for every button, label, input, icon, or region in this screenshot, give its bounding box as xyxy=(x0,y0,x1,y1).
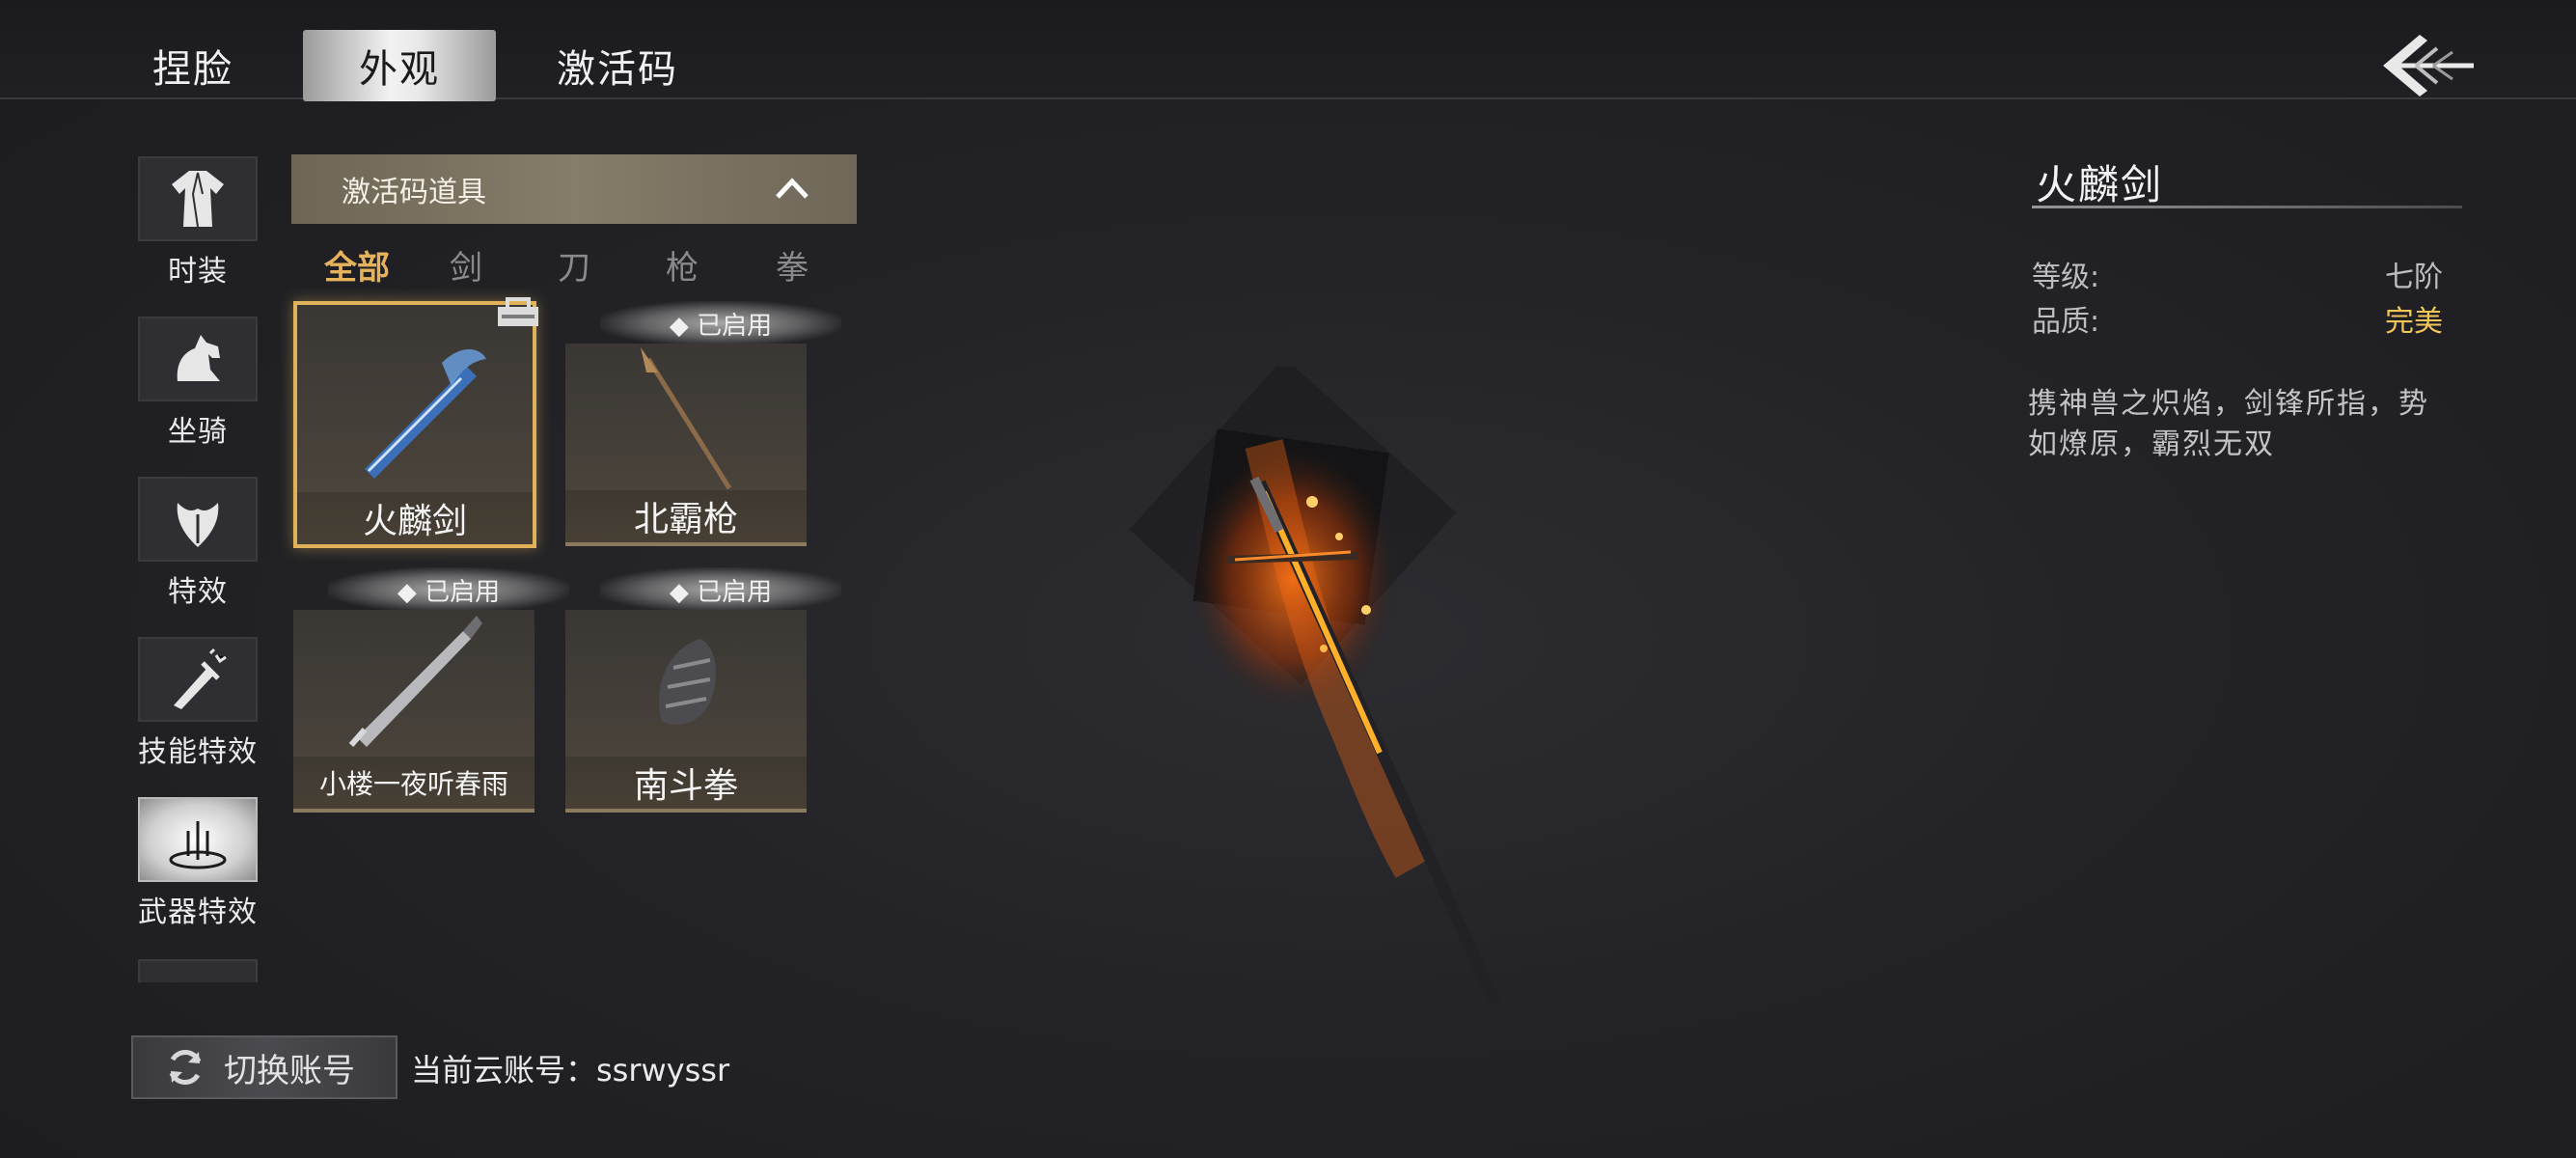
chevron-up-icon xyxy=(776,178,808,199)
dropdown-label: 激活码道具 xyxy=(342,176,486,209)
category-effect[interactable]: 特效 xyxy=(133,477,262,610)
category-label: 特效 xyxy=(168,575,228,609)
grade-label: 等级: xyxy=(2032,261,2100,294)
category-label: 技能特效 xyxy=(138,735,258,769)
item-name: 北霸枪 xyxy=(565,490,807,542)
category-label: 武器特效 xyxy=(138,896,258,929)
robe-icon xyxy=(172,171,224,228)
title-divider xyxy=(2032,206,2462,208)
filter-all[interactable]: 全部 xyxy=(324,241,390,289)
quality-value: 完美 xyxy=(2385,305,2443,339)
item-name: 火麟剑 xyxy=(297,492,533,544)
item-name: 小楼一夜听春雨 xyxy=(293,757,534,809)
category-skill-effect-box xyxy=(138,637,258,722)
horse-icon xyxy=(177,335,220,381)
refresh-icon xyxy=(169,1049,202,1086)
filter-blade[interactable]: 刀 xyxy=(558,241,590,289)
enabled-badge: ◆ 已启用 xyxy=(600,567,841,612)
tab-appearance[interactable]: 外观 xyxy=(303,30,496,101)
category-fashion[interactable]: 时装 xyxy=(133,156,262,290)
filter-fist[interactable]: 拳 xyxy=(776,241,808,289)
item-name: 南斗拳 xyxy=(565,757,807,809)
spear-icon xyxy=(641,347,732,490)
item-card-spring-rain-blade[interactable]: 小楼一夜听春雨 xyxy=(293,610,534,813)
back-arrow-icon xyxy=(2383,35,2474,96)
item-card-fire-sword[interactable]: 火麟剑 xyxy=(293,301,536,548)
back-button[interactable] xyxy=(2377,27,2478,104)
category-weapon-effect[interactable]: 武器特效 xyxy=(133,797,262,930)
item-description: 携神兽之炽焰，剑锋所指，势如燎原，霸烈无双 xyxy=(2028,387,2429,461)
weapon-preview-image xyxy=(1129,367,1501,1006)
category-label: 坐骑 xyxy=(168,415,228,449)
category-weapon-effect-box xyxy=(138,797,258,882)
quality-label: 品质: xyxy=(2032,305,2100,339)
grade-value: 七阶 xyxy=(2385,261,2443,294)
skill-effect-icon xyxy=(174,648,227,709)
item-card-north-spear[interactable]: 北霸枪 xyxy=(565,344,807,546)
lock-tag-icon xyxy=(498,297,538,326)
enabled-badge: ◆ 已启用 xyxy=(328,567,569,612)
category-more-partial[interactable] xyxy=(138,959,258,982)
weapon-effect-icon xyxy=(169,821,227,869)
blade-icon xyxy=(348,616,482,747)
item-detail-title: 火麟剑 xyxy=(2036,161,2164,208)
tab-face[interactable]: 捏脸 xyxy=(145,29,241,101)
effect-icon xyxy=(177,503,219,547)
enabled-badge: ◆ 已启用 xyxy=(600,301,841,345)
category-mount[interactable]: 坐骑 xyxy=(133,317,262,450)
item-type-dropdown[interactable]: 激活码道具 xyxy=(291,154,857,224)
top-bar: 捏脸 外观 激活码 xyxy=(0,0,2576,101)
filter-sword[interactable]: 剑 xyxy=(450,241,482,289)
tab-activation-code[interactable]: 激活码 xyxy=(550,29,685,101)
filter-spear[interactable]: 枪 xyxy=(666,241,699,289)
switch-account-label: 切换账号 xyxy=(224,1051,355,1090)
current-account-text: 当前云账号：ssrwyssr xyxy=(411,1052,730,1089)
category-mount-box xyxy=(138,317,258,401)
switch-account-button[interactable]: 切换账号 xyxy=(131,1035,397,1099)
category-effect-box xyxy=(138,477,258,562)
flame-sword-icon xyxy=(365,349,486,479)
gauntlet-icon xyxy=(659,639,716,725)
category-skill-effect[interactable]: 技能特效 xyxy=(133,637,262,770)
category-label: 时装 xyxy=(168,255,228,289)
category-fashion-box xyxy=(138,156,258,241)
item-card-nandou-fist[interactable]: 南斗拳 xyxy=(565,610,807,813)
